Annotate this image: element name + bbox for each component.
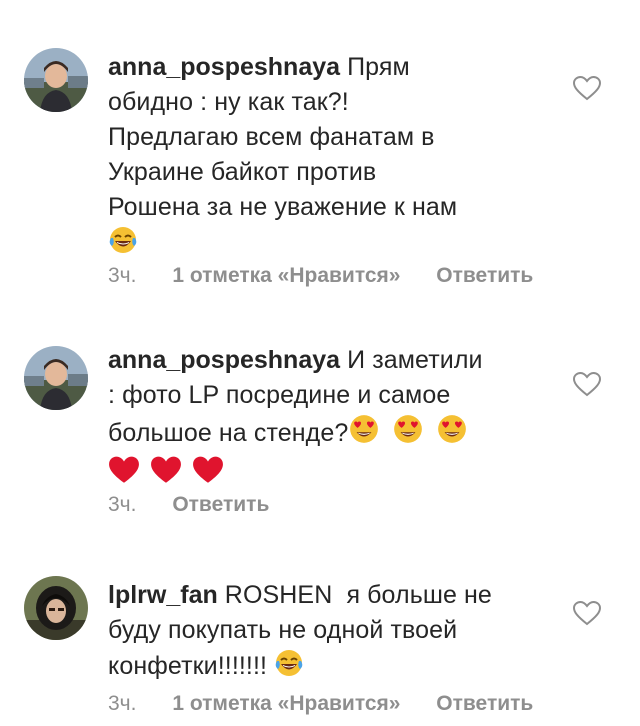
comment-time: 3ч. <box>108 692 137 715</box>
likes-count-link[interactable]: 1 отметка «Нравится» <box>172 692 400 716</box>
comment-meta: 3ч. 1 отметка «Нравится» Ответить <box>108 692 533 716</box>
comment-line: конфетки!!!!!!! <box>108 652 268 680</box>
reply-button[interactable]: Ответить <box>436 692 533 716</box>
comment-3: lplrw_fan ROSHEN я больше не буду покупа… <box>0 0 640 726</box>
like-heart-icon[interactable] <box>572 600 602 626</box>
comment-line: ROSHEN я больше не <box>224 581 492 609</box>
comment-text: lplrw_fan ROSHEN я больше не буду покупа… <box>108 578 548 688</box>
face-with-tears-of-joy-emoji <box>274 648 304 688</box>
avatar-image <box>24 576 88 640</box>
avatar[interactable] <box>24 576 88 640</box>
comment-line: буду покупать не одной твоей <box>108 616 458 644</box>
comment-username[interactable]: lplrw_fan <box>108 581 218 609</box>
